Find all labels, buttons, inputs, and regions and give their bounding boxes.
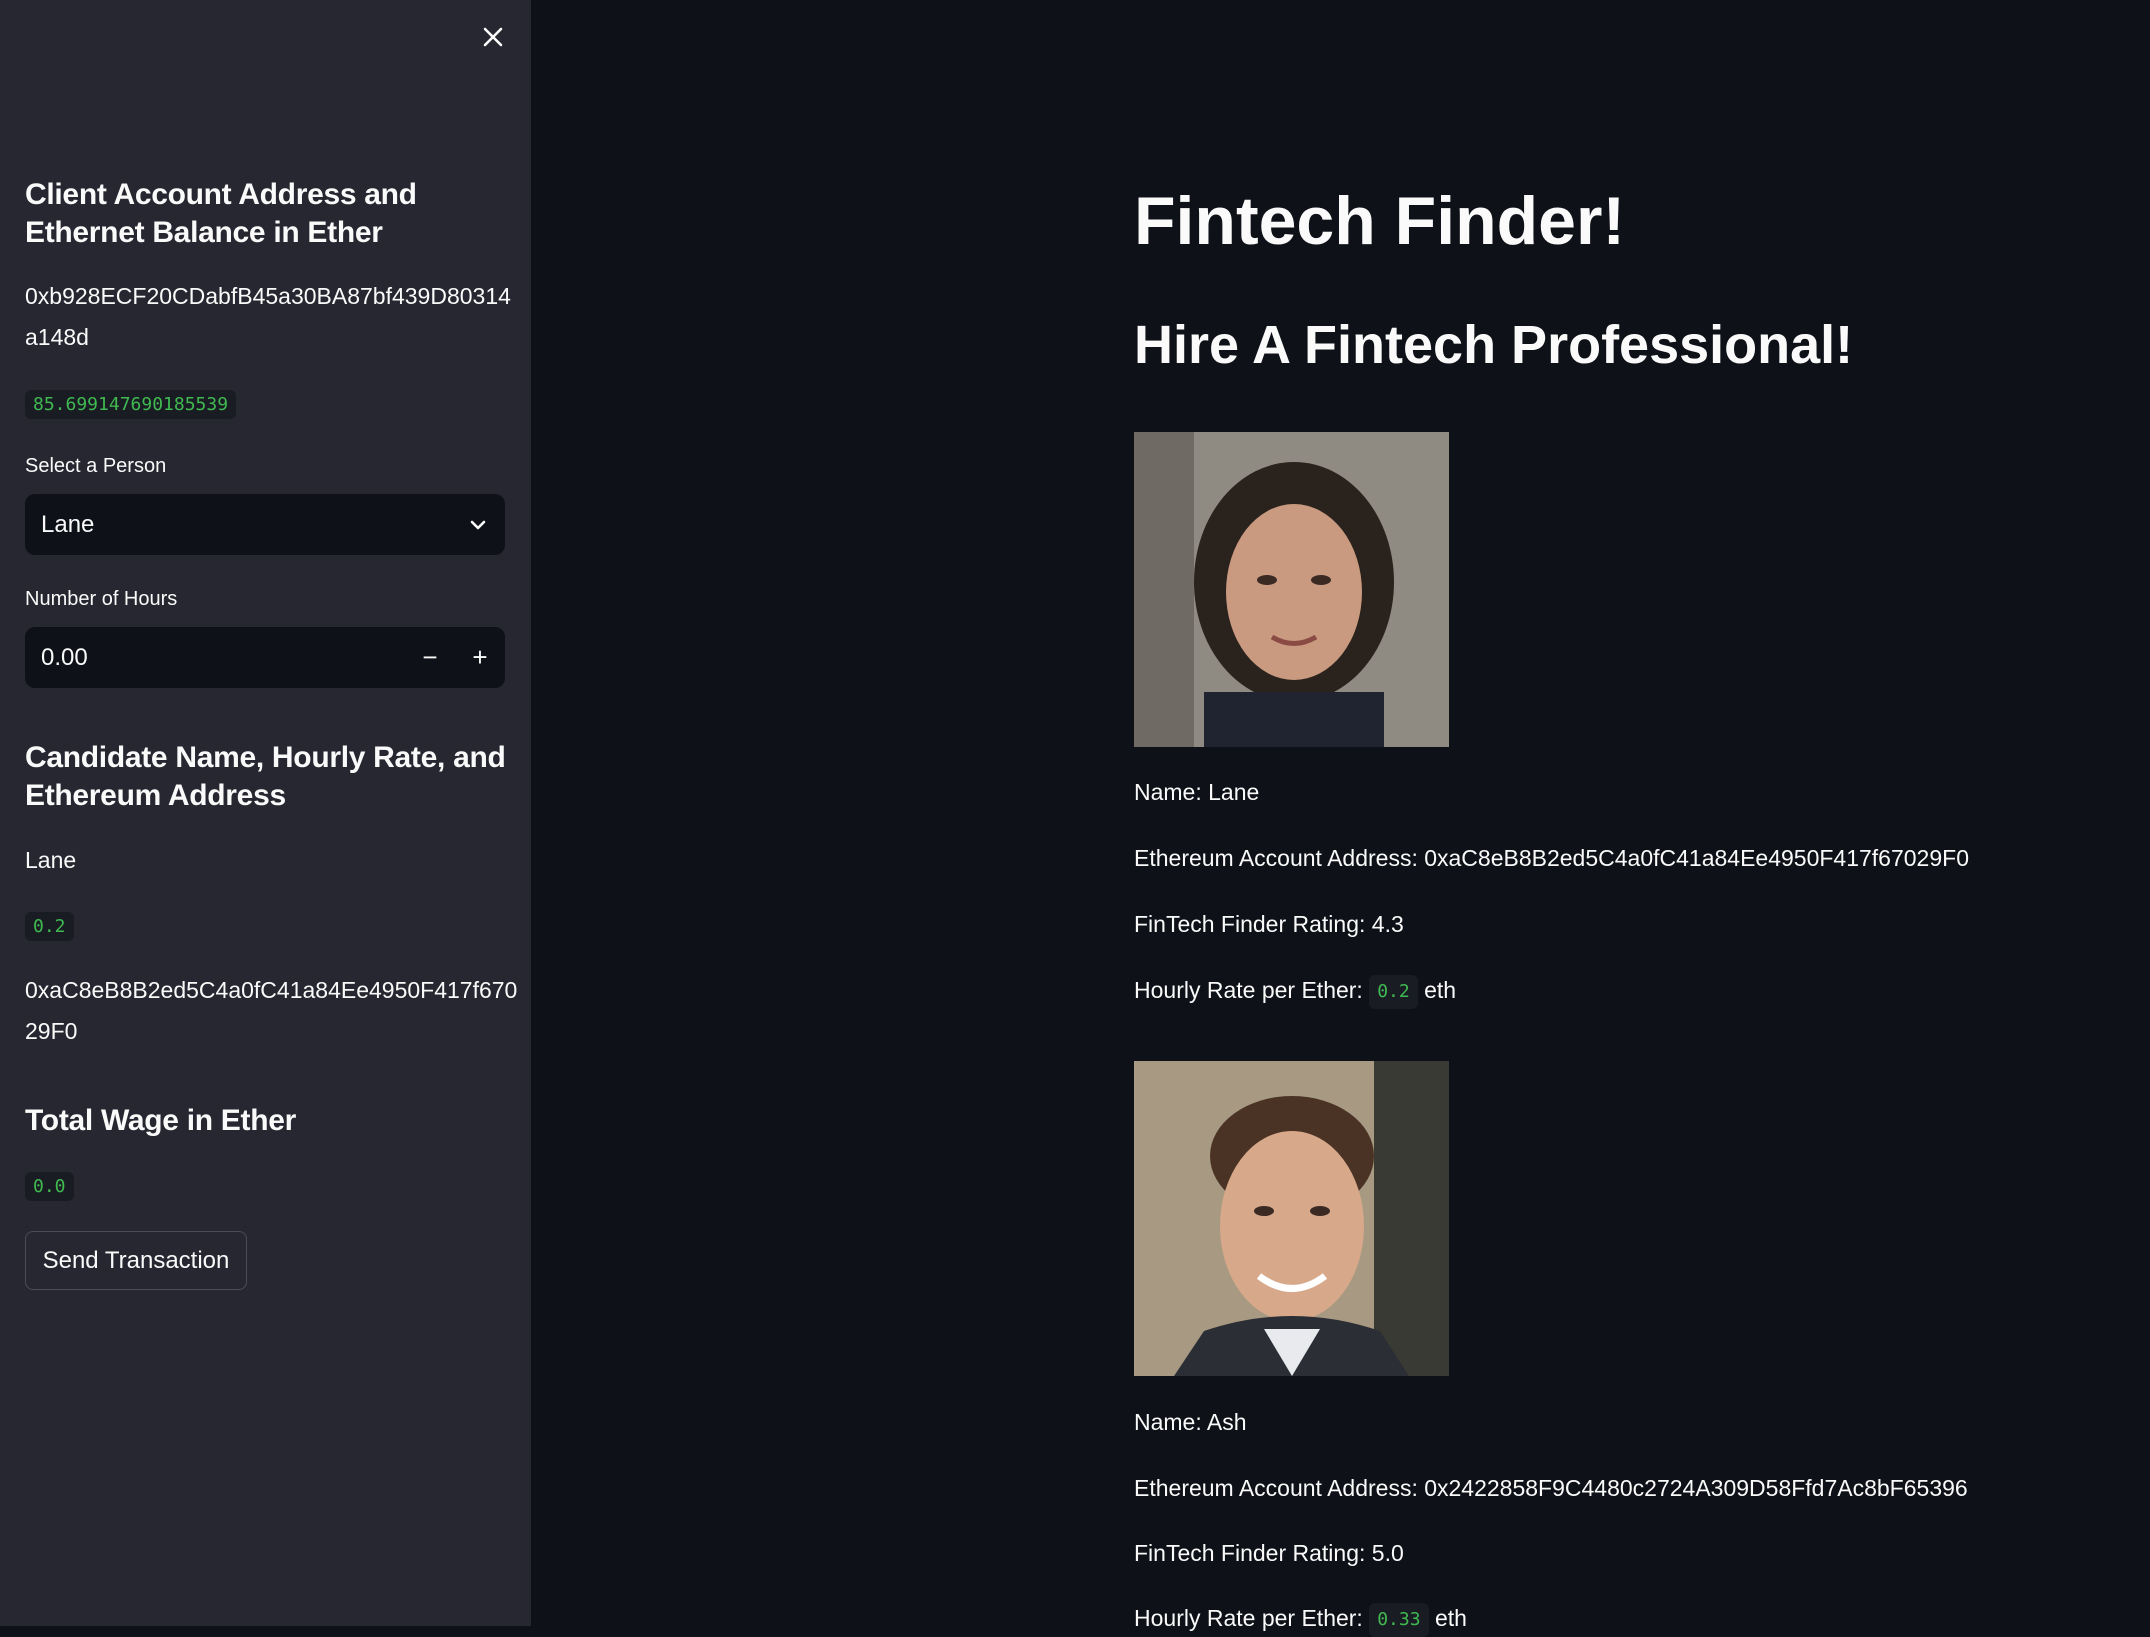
rate-unit: eth [1434, 1605, 1467, 1632]
candidate-photo-ash [1134, 1061, 1449, 1376]
increment-button[interactable]: + [455, 627, 505, 688]
close-icon [483, 27, 503, 47]
candidate-heading: Candidate Name, Hourly Rate, and Ethereu… [25, 741, 506, 812]
wage-heading: Total Wage in Ether [25, 1104, 296, 1137]
client-balance: 85.699147690185539 [25, 390, 237, 419]
rate-label: Hourly Rate per Ether: [1134, 977, 1363, 1004]
selected-person: Lane [41, 510, 95, 538]
client-address-line2: a148d [25, 324, 89, 350]
hours-value[interactable]: 0.00 [41, 644, 405, 672]
decrement-button[interactable]: − [405, 627, 455, 688]
close-sidebar-button[interactable] [478, 22, 508, 52]
rate-unit: eth [1424, 977, 1457, 1004]
candidate-rate-lane: Hourly Rate per Ether: 0.2 eth [1134, 975, 1456, 1009]
client-address: 0xb928ECF20CDabfB45a30BA87bf439D80314 a1… [25, 276, 511, 358]
sidebar: Client Account Address and Ethernet Bala… [0, 0, 531, 1626]
candidate-rate-ash: Hourly Rate per Ether: 0.33 eth [1134, 1603, 1467, 1637]
select-person-dropdown[interactable]: Lane [25, 494, 505, 555]
chevron-down-icon [470, 520, 486, 529]
candidate-name: Lane [25, 847, 77, 873]
candidate-address-line1: 0xaC8eB8B2ed5C4a0fC41a84Ee4950F417f670 [25, 977, 518, 1003]
select-person-label: Select a Person [25, 455, 167, 477]
candidate-address-line2: 29F0 [25, 1018, 78, 1044]
candidate-name-ash: Name: Ash [1134, 1409, 1247, 1435]
client-address-line1: 0xb928ECF20CDabfB45a30BA87bf439D80314 [25, 283, 511, 309]
candidate-rate: 0.2 [25, 912, 74, 941]
rate-value: 0.33 [1369, 1603, 1429, 1637]
candidate-rating-lane: FinTech Finder Rating: 4.3 [1134, 911, 1404, 937]
candidate-rating-ash: FinTech Finder Rating: 5.0 [1134, 1540, 1404, 1566]
hours-label: Number of Hours [25, 588, 178, 610]
wage-value: 0.0 [25, 1172, 74, 1201]
page-subtitle: Hire A Fintech Professional! [1134, 315, 1854, 375]
send-transaction-button[interactable]: Send Transaction [25, 1231, 247, 1290]
rate-label: Hourly Rate per Ether: [1134, 1605, 1363, 1632]
hours-input[interactable]: 0.00 − + [25, 627, 505, 688]
candidate-name-lane: Name: Lane [1134, 779, 1260, 805]
candidate-address: 0xaC8eB8B2ed5C4a0fC41a84Ee4950F417f670 2… [25, 970, 517, 1052]
rate-value: 0.2 [1369, 975, 1418, 1009]
candidate-address-lane: Ethereum Account Address: 0xaC8eB8B2ed5C… [1134, 845, 1969, 871]
page-title: Fintech Finder! [1134, 183, 1626, 259]
candidate-photo-lane [1134, 432, 1449, 747]
client-heading: Client Account Address and Ethernet Bala… [25, 178, 417, 249]
candidate-address-ash: Ethereum Account Address: 0x2422858F9C44… [1134, 1475, 1968, 1501]
